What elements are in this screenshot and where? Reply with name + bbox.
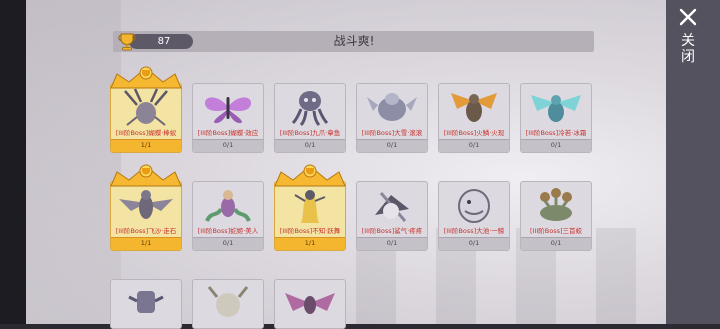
boss-kill-count: 0/1 xyxy=(468,239,480,247)
boss-portrait-bat xyxy=(285,293,335,314)
boss-kill-count: 0/1 xyxy=(550,141,562,149)
boss-kill-count: 0/1 xyxy=(304,141,316,149)
boss-portrait-sand-bird xyxy=(119,190,173,219)
boss-card[interactable]: [III阶Boss]鲨气·疼疼 0/1 xyxy=(356,181,428,251)
boss-portrait-horned-mask xyxy=(207,286,249,317)
boss-name: [III阶Boss]九爪·章鱼 xyxy=(279,129,341,137)
boss-name: [III阶Boss]大雪·滚滚 xyxy=(361,129,423,137)
boss-portrait-antler-beetle xyxy=(124,88,168,126)
boss-portrait-snow-beast xyxy=(367,93,417,121)
boss-card[interactable] xyxy=(110,279,182,329)
boss-name: [III阶Boss]火鳞·火现 xyxy=(443,129,505,137)
boss-kill-count: 0/1 xyxy=(468,141,480,149)
score-value: 87 xyxy=(157,36,171,47)
gold-crown-badge xyxy=(274,164,346,187)
boss-portrait-ice-dragon xyxy=(531,95,581,122)
boss-card[interactable]: [III阶Boss]不知·跃舞 1/1 xyxy=(274,181,346,251)
boss-card[interactable]: [III阶Boss]蝴蝶·效应 0/1 xyxy=(192,83,264,153)
boss-kill-count: 0/1 xyxy=(222,239,234,247)
boss-card[interactable]: [III阶Boss]火鳞·火现 0/1 xyxy=(438,83,510,153)
boss-name: [III阶Boss]三首蛟 xyxy=(529,227,583,235)
boss-name: [III阶Boss]蛇姬·美人 xyxy=(197,227,259,235)
boss-portrait-whale xyxy=(458,189,490,223)
boss-name: [III阶Boss]大池·一鲸 xyxy=(443,227,505,235)
boss-portrait-fire-dragon xyxy=(451,93,497,122)
boss-card[interactable]: [III阶Boss]大池·一鲸 0/1 xyxy=(438,181,510,251)
boss-kill-count: 0/1 xyxy=(386,141,398,149)
boss-kill-count: 0/1 xyxy=(550,239,562,247)
boss-kill-count: 1/1 xyxy=(140,239,152,247)
boss-card[interactable]: [III阶Boss]蛇姬·美人 0/1 xyxy=(192,181,264,251)
boss-kill-count: 1/1 xyxy=(140,141,152,149)
header-title: 战斗爽! xyxy=(333,34,375,48)
close-button-label[interactable]: 关闭 xyxy=(680,33,696,65)
boss-card[interactable]: [III阶Boss]蝴蝶·棒蚁 1/1 xyxy=(110,83,182,153)
background-tree-art xyxy=(26,0,121,324)
boss-card[interactable]: [III阶Boss]飞沙·走石 1/1 xyxy=(110,181,182,251)
boss-card[interactable] xyxy=(274,279,346,329)
boss-card[interactable] xyxy=(192,279,264,329)
gold-crown-badge xyxy=(110,164,182,187)
battle-score-header: 87 战斗爽! xyxy=(113,31,594,52)
boss-kill-count: 0/1 xyxy=(386,239,398,247)
boss-card[interactable]: [III阶Boss]大雪·滚滚 0/1 xyxy=(356,83,428,153)
boss-portrait-butterfly xyxy=(205,97,251,124)
boss-portrait-dancer xyxy=(294,190,326,223)
boss-name: [III阶Boss]不知·跃舞 xyxy=(279,227,341,235)
gold-crown-badge xyxy=(110,66,182,89)
boss-portrait-snake-lady xyxy=(205,190,251,222)
boss-name: [III阶Boss]飞沙·走石 xyxy=(115,227,177,235)
trophy-icon xyxy=(118,33,136,51)
boss-card[interactable]: [III阶Boss]九爪·章鱼 0/1 xyxy=(274,83,346,153)
boss-name: [III阶Boss]鲨气·疼疼 xyxy=(361,227,423,235)
boss-portrait-shark-warrior xyxy=(375,192,409,222)
left-edge xyxy=(0,0,26,324)
boss-name: [III阶Boss]蝴蝶·效应 xyxy=(197,129,259,137)
boss-portrait-three-head-serpent xyxy=(540,188,572,221)
boss-portrait-armored-knight xyxy=(128,291,164,313)
boss-card[interactable]: [III阶Boss]三首蛟 0/1 xyxy=(520,181,592,251)
boss-kill-count: 0/1 xyxy=(222,141,234,149)
boss-name: [III阶Boss]冷若·冰霜 xyxy=(525,129,587,137)
boss-kill-count: 1/1 xyxy=(304,239,316,247)
boss-portrait-octopus xyxy=(291,91,329,127)
boss-card[interactable]: [III阶Boss]冷若·冰霜 0/1 xyxy=(520,83,592,153)
close-icon[interactable] xyxy=(679,8,697,26)
boss-name: [III阶Boss]蝴蝶·棒蚁 xyxy=(115,129,177,137)
